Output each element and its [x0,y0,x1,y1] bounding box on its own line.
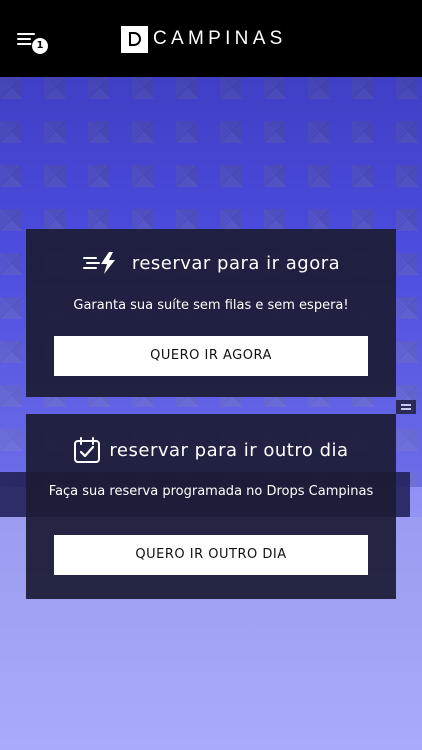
lightning-speed-icon [82,252,115,274]
menu-icon [17,33,35,35]
card-title: reservar para ir agora [131,252,341,274]
logo-d-mark [121,25,148,53]
card-subtitle: Garanta sua suíte sem filas e sem espera… [73,298,349,313]
top-header: 1 CAMPINAS [0,0,422,77]
notification-badge: 1 [31,37,49,55]
reserve-now-card: reservar para ir agora Garanta sua suíte… [26,229,396,397]
card-title: reservar para ir outro dia [109,439,349,461]
reserve-later-card: reservar para ir outro dia Faça sua rese… [26,414,396,599]
side-handle-icon [396,400,416,414]
card-subtitle: Faça sua reserva programada no Drops Cam… [48,484,374,499]
app-screen: 1 CAMPINAS reservar para ir agora Garant… [0,0,422,750]
quero-ir-agora-button[interactable]: QUERO IR AGORA [54,336,368,376]
menu-button[interactable]: 1 [17,30,53,55]
logo-text: CAMPINAS [153,28,287,49]
brand-logo: CAMPINAS [121,25,287,53]
calendar-check-icon [74,437,101,463]
quero-ir-outro-dia-button[interactable]: QUERO IR OUTRO DIA [54,535,368,575]
